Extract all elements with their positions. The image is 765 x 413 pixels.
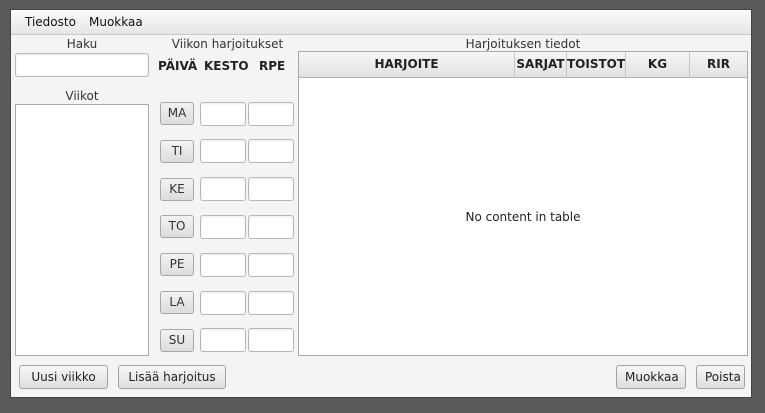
rpe-input-ti[interactable]	[248, 139, 294, 164]
app-window: Tiedosto Muokkaa Haku Viikot Viikon harj…	[10, 9, 752, 398]
rpe-input-ke[interactable]	[248, 177, 294, 202]
col-exercise[interactable]: HARJOITE	[299, 52, 515, 77]
duration-input-la[interactable]	[200, 290, 246, 315]
duration-input-ti[interactable]	[200, 139, 246, 164]
rpe-input-to[interactable]	[248, 214, 294, 239]
weeks-list[interactable]	[15, 104, 149, 356]
day-button-la[interactable]: LA	[160, 291, 194, 314]
duration-input-to[interactable]	[200, 214, 246, 239]
rpe-input-su[interactable]	[248, 328, 294, 353]
day-button-su[interactable]: SU	[160, 328, 194, 352]
col-rpe-header: RPE	[259, 59, 286, 73]
menu-edit[interactable]: Muokkaa	[89, 15, 143, 29]
duration-input-ma[interactable]	[200, 101, 246, 126]
day-button-to[interactable]: TO	[160, 215, 194, 239]
rpe-input-ma[interactable]	[248, 101, 294, 126]
duration-input-pe[interactable]	[200, 252, 246, 277]
rpe-input-la[interactable]	[248, 290, 294, 315]
weeks-label: Viikot	[65, 89, 99, 103]
search-input[interactable]	[15, 53, 149, 77]
col-day-header: PÄIVÄ	[158, 59, 198, 73]
details-table[interactable]: HARJOITE SARJAT TOISTOT KG RIR No conten…	[298, 51, 748, 356]
search-label: Haku	[66, 37, 98, 51]
day-button-ke[interactable]: KE	[160, 177, 194, 201]
new-week-button[interactable]: Uusi viikko	[19, 365, 108, 389]
day-button-pe[interactable]: PE	[160, 253, 194, 277]
menu-bar: Tiedosto Muokkaa	[11, 10, 751, 35]
details-table-header: HARJOITE SARJAT TOISTOT KG RIR	[299, 52, 747, 78]
add-exercise-button[interactable]: Lisää harjoitus	[118, 365, 226, 389]
day-button-ti[interactable]: TI	[160, 139, 194, 163]
duration-input-su[interactable]	[200, 328, 246, 353]
rpe-input-pe[interactable]	[248, 252, 294, 277]
table-empty-message: No content in table	[465, 210, 581, 224]
delete-button[interactable]: Poista	[696, 365, 745, 389]
menu-file[interactable]: Tiedosto	[25, 15, 76, 29]
col-duration-header: KESTO	[204, 59, 249, 73]
edit-button[interactable]: Muokkaa	[616, 365, 686, 389]
col-reps[interactable]: TOISTOT	[567, 52, 626, 77]
day-button-ma[interactable]: MA	[160, 102, 194, 125]
weekly-title: Viikon harjoitukset	[171, 37, 284, 51]
col-kg[interactable]: KG	[626, 52, 690, 77]
col-sets[interactable]: SARJAT	[515, 52, 567, 77]
col-rir[interactable]: RIR	[690, 52, 747, 77]
details-title: Harjoituksen tiedot	[465, 37, 581, 51]
duration-input-ke[interactable]	[200, 177, 246, 202]
